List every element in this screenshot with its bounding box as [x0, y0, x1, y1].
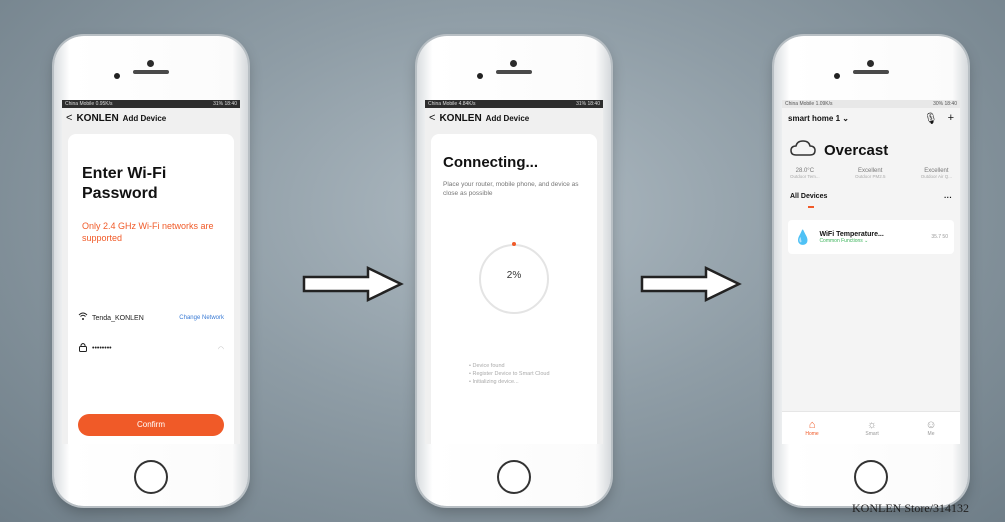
- home-icon: ⌂: [808, 419, 816, 431]
- sun-icon: ☼: [867, 419, 878, 431]
- password-row[interactable]: •••••••• ◠: [78, 342, 224, 355]
- progress-ring: 2%: [479, 242, 549, 314]
- change-network-link[interactable]: Change Network: [179, 315, 224, 321]
- profile-icon: ☺: [925, 419, 937, 431]
- cloud-icon: [790, 139, 816, 162]
- lock-icon: [78, 342, 92, 355]
- content-card: Connecting... Place your router, mobile …: [431, 134, 597, 444]
- sensor-dot: [477, 73, 483, 79]
- back-icon[interactable]: <: [429, 112, 435, 124]
- screen: China Mobile 4.84K/s 31% 18:40 < KONLEN …: [425, 100, 603, 444]
- arrow-right-icon: [302, 266, 404, 302]
- more-icon[interactable]: ···: [944, 193, 952, 202]
- connecting-description: Place your router, mobile phone, and dev…: [443, 181, 579, 197]
- nav-brand: KONLEN: [76, 112, 119, 124]
- device-readings: 35.7 50: [931, 234, 948, 240]
- nav-brand: KONLEN: [439, 112, 482, 124]
- page-title: Add Device: [485, 113, 530, 123]
- password-input[interactable]: ••••••••: [92, 345, 112, 352]
- tab-smart[interactable]: ☼ Smart: [865, 419, 878, 437]
- page-title: Add Device: [122, 113, 167, 123]
- connecting-heading: Connecting...: [443, 154, 538, 171]
- weather-panel: Overcast: [782, 129, 960, 166]
- status-right: 31% 18:40: [576, 101, 600, 107]
- sensor-dot: [834, 73, 840, 79]
- weather-stats: 28.0°C Outdoor Tem... Excellent Outdoor PM…: [782, 166, 960, 181]
- sensor-dot: [114, 73, 120, 79]
- device-functions-link[interactable]: Common Functions ⌄: [819, 238, 883, 244]
- camera: [867, 60, 874, 67]
- phone-home: China Mobile 1.09K/s 30% 18:40 smart hom…: [774, 36, 968, 506]
- weather-title: Overcast: [824, 142, 889, 159]
- stat-pm25: Excellent Outdoor PM2.5: [854, 168, 886, 179]
- wifi-heading: Enter Wi-Fi Password: [82, 165, 167, 202]
- status-right: 31% 18:40: [213, 101, 237, 107]
- home-button[interactable]: [134, 460, 168, 494]
- home-header: smart home 1 ⌄ 🎙 +: [782, 108, 960, 129]
- progress-percent: 2%: [506, 270, 522, 281]
- bottom-tab-bar: ⌂ Home ☼ Smart ☺ Me: [782, 411, 960, 444]
- status-right: 30% 18:40: [933, 101, 957, 107]
- store-watermark: KONLEN Store/314132: [852, 501, 969, 515]
- connection-steps: • Device found • Register Device to Smar…: [469, 362, 550, 386]
- status-bar: China Mobile 1.09K/s 30% 18:40: [782, 100, 960, 108]
- stat-temperature: 28.0°C Outdoor Tem...: [790, 168, 820, 179]
- home-button[interactable]: [497, 460, 531, 494]
- camera: [147, 60, 154, 67]
- confirm-button[interactable]: Confirm: [78, 414, 224, 436]
- step-item: • Device found: [469, 363, 505, 369]
- status-left: China Mobile 4.84K/s: [428, 101, 476, 107]
- tab-indicator: [808, 206, 814, 208]
- arrow-right-icon: [640, 266, 742, 302]
- tab-home[interactable]: ⌂ Home: [805, 419, 818, 437]
- speaker: [853, 70, 889, 74]
- wifi-name: Tenda_KONLEN: [92, 314, 144, 322]
- home-selector[interactable]: smart home 1 ⌄: [788, 114, 849, 123]
- device-name: WiFi Temperature...: [819, 230, 884, 238]
- eye-icon[interactable]: ◠: [218, 345, 224, 353]
- phone-wifi-setup: China Mobile 0.95K/s 31% 18:40 < KONLEN …: [54, 36, 248, 506]
- phone-connecting: China Mobile 4.84K/s 31% 18:40 < KONLEN …: [417, 36, 611, 506]
- device-card[interactable]: 💧 WiFi Temperature... Common Functions ⌄…: [788, 220, 954, 254]
- tab-me[interactable]: ☺ Me: [925, 419, 936, 437]
- status-bar: China Mobile 4.84K/s 31% 18:40: [425, 100, 603, 108]
- step-item: • Initializing device...: [469, 379, 519, 385]
- microphone-icon[interactable]: 🎙: [924, 112, 938, 125]
- wifi-warning: Only 2.4 GHz Wi-Fi networks are supporte…: [82, 221, 214, 243]
- add-icon[interactable]: +: [948, 112, 954, 125]
- step-item: • Register Device to Smart Cloud: [469, 371, 550, 377]
- stat-air-quality: Excellent Outdoor Air Q...: [920, 168, 952, 179]
- tab-all-devices[interactable]: All Devices: [790, 193, 827, 202]
- screen: China Mobile 1.09K/s 30% 18:40 smart hom…: [782, 100, 960, 444]
- status-bar: China Mobile 0.95K/s 31% 18:40: [62, 100, 240, 108]
- wifi-row: Tenda_KONLEN Change Network: [78, 312, 224, 324]
- back-icon[interactable]: <: [66, 112, 72, 124]
- status-left: China Mobile 1.09K/s: [785, 101, 833, 107]
- thermometer-droplet-icon: 💧: [794, 228, 812, 245]
- content-card: Enter Wi-Fi Password Only 2.4 GHz Wi-Fi …: [68, 134, 234, 444]
- progress-marker: [512, 242, 516, 246]
- status-left: China Mobile 0.95K/s: [65, 101, 113, 107]
- nav-bar: < KONLEN Add Device: [62, 108, 240, 128]
- home-button[interactable]: [854, 460, 888, 494]
- devices-header: All Devices ···: [782, 181, 960, 204]
- wifi-icon: [78, 312, 92, 324]
- speaker: [496, 70, 532, 74]
- speaker: [133, 70, 169, 74]
- camera: [510, 60, 517, 67]
- screen: China Mobile 0.95K/s 31% 18:40 < KONLEN …: [62, 100, 240, 444]
- nav-bar: < KONLEN Add Device: [425, 108, 603, 128]
